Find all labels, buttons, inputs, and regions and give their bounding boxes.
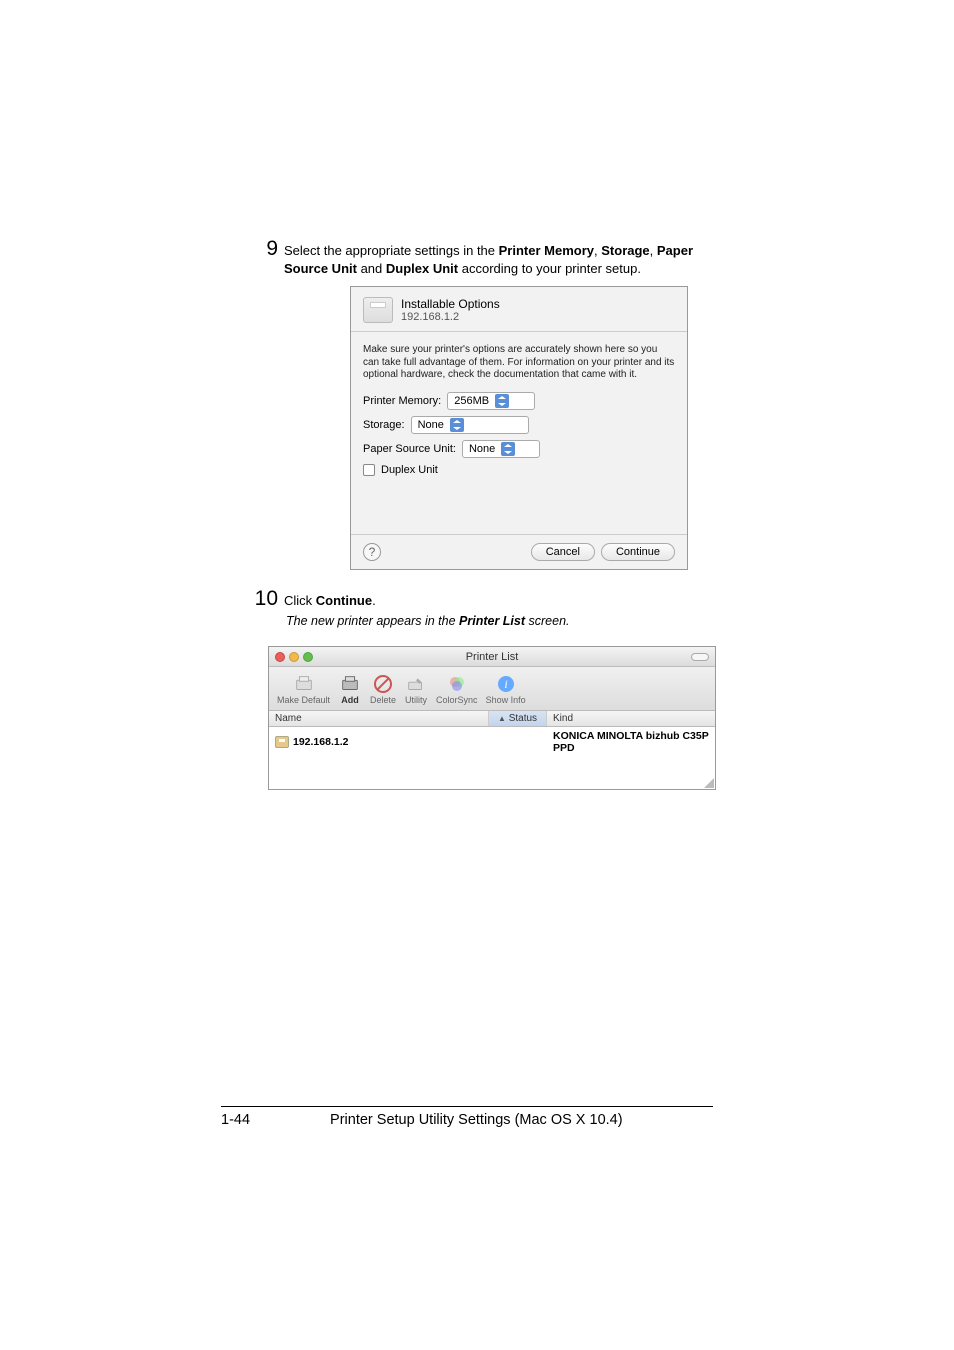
dialog-title: Installable Options: [401, 297, 500, 311]
dialog-ip: 192.168.1.2: [401, 311, 500, 323]
zoom-icon[interactable]: [303, 652, 313, 662]
sort-ascending-icon: ▲: [498, 714, 506, 723]
chevron-updown-icon: [501, 442, 515, 456]
paper-source-unit-label: Paper Source Unit:: [363, 443, 456, 455]
resize-grip-icon[interactable]: [704, 778, 714, 788]
step-9: 9 Select the appropriate settings in the…: [250, 238, 715, 278]
printer-list-window: Printer List Make Default Add Delete: [268, 646, 716, 790]
no-entry-icon: [371, 673, 395, 695]
duplex-unit-checkbox[interactable]: [363, 464, 375, 476]
column-name[interactable]: Name: [269, 711, 489, 726]
duplex-unit-label: Duplex Unit: [381, 464, 438, 476]
step-number: 9: [250, 238, 278, 259]
step-text: Select the appropriate settings in the P…: [284, 238, 715, 278]
printer-icon: [363, 297, 393, 323]
window-titlebar: Printer List: [269, 647, 715, 667]
window-title: Printer List: [466, 651, 519, 663]
colorsync-icon: [445, 673, 469, 695]
show-info-button[interactable]: i Show Info: [486, 673, 526, 705]
chevron-updown-icon: [495, 394, 509, 408]
chevron-updown-icon: [450, 418, 464, 432]
installable-options-dialog: Installable Options 192.168.1.2 Make sur…: [350, 286, 688, 570]
footer-divider: [221, 1106, 713, 1107]
continue-button[interactable]: Continue: [601, 543, 675, 561]
colorsync-button[interactable]: ColorSync: [436, 673, 478, 705]
step-text: Click Continue.: [284, 588, 376, 610]
dialog-header: Installable Options 192.168.1.2: [351, 287, 687, 332]
step-10: 10 Click Continue.: [234, 588, 715, 610]
minimize-icon[interactable]: [289, 652, 299, 662]
step-number: 10: [234, 588, 278, 609]
step-result-note: The new printer appears in the Printer L…: [286, 614, 715, 628]
page-footer: 1-44 Printer Setup Utility Settings (Mac…: [221, 1112, 713, 1128]
page-number: 1-44: [221, 1112, 250, 1128]
column-kind[interactable]: Kind: [547, 711, 715, 726]
storage-select[interactable]: None: [411, 416, 529, 434]
table-row[interactable]: 192.168.1.2 KONICA MINOLTA bizhub C35P P…: [269, 727, 715, 757]
column-status[interactable]: ▲ Status: [489, 711, 547, 726]
svg-text:i: i: [504, 677, 507, 691]
footer-title: Printer Setup Utility Settings (Mac OS X…: [330, 1112, 623, 1128]
help-button[interactable]: ?: [363, 543, 381, 561]
table-header: Name ▲ Status Kind: [269, 711, 715, 727]
dialog-note: Make sure your printer's options are acc…: [363, 344, 675, 382]
printer-check-icon: [292, 673, 316, 695]
printer-wrench-icon: [404, 673, 428, 695]
cancel-button[interactable]: Cancel: [531, 543, 595, 561]
printer-add-icon: [338, 673, 362, 695]
printer-name: 192.168.1.2: [293, 736, 348, 748]
close-icon[interactable]: [275, 652, 285, 662]
toolbar: Make Default Add Delete Utility: [269, 667, 715, 711]
printer-memory-select[interactable]: 256MB: [447, 392, 535, 410]
printer-memory-label: Printer Memory:: [363, 395, 441, 407]
paper-source-unit-select[interactable]: None: [462, 440, 540, 458]
printer-kind: KONICA MINOLTA bizhub C35P PPD: [553, 730, 709, 754]
toolbar-toggle-button[interactable]: [691, 653, 709, 661]
make-default-button[interactable]: Make Default: [277, 673, 330, 705]
delete-button[interactable]: Delete: [370, 673, 396, 705]
add-button[interactable]: Add: [338, 673, 362, 705]
storage-label: Storage:: [363, 419, 405, 431]
info-icon: i: [494, 673, 518, 695]
utility-button[interactable]: Utility: [404, 673, 428, 705]
printer-icon: [275, 736, 289, 748]
